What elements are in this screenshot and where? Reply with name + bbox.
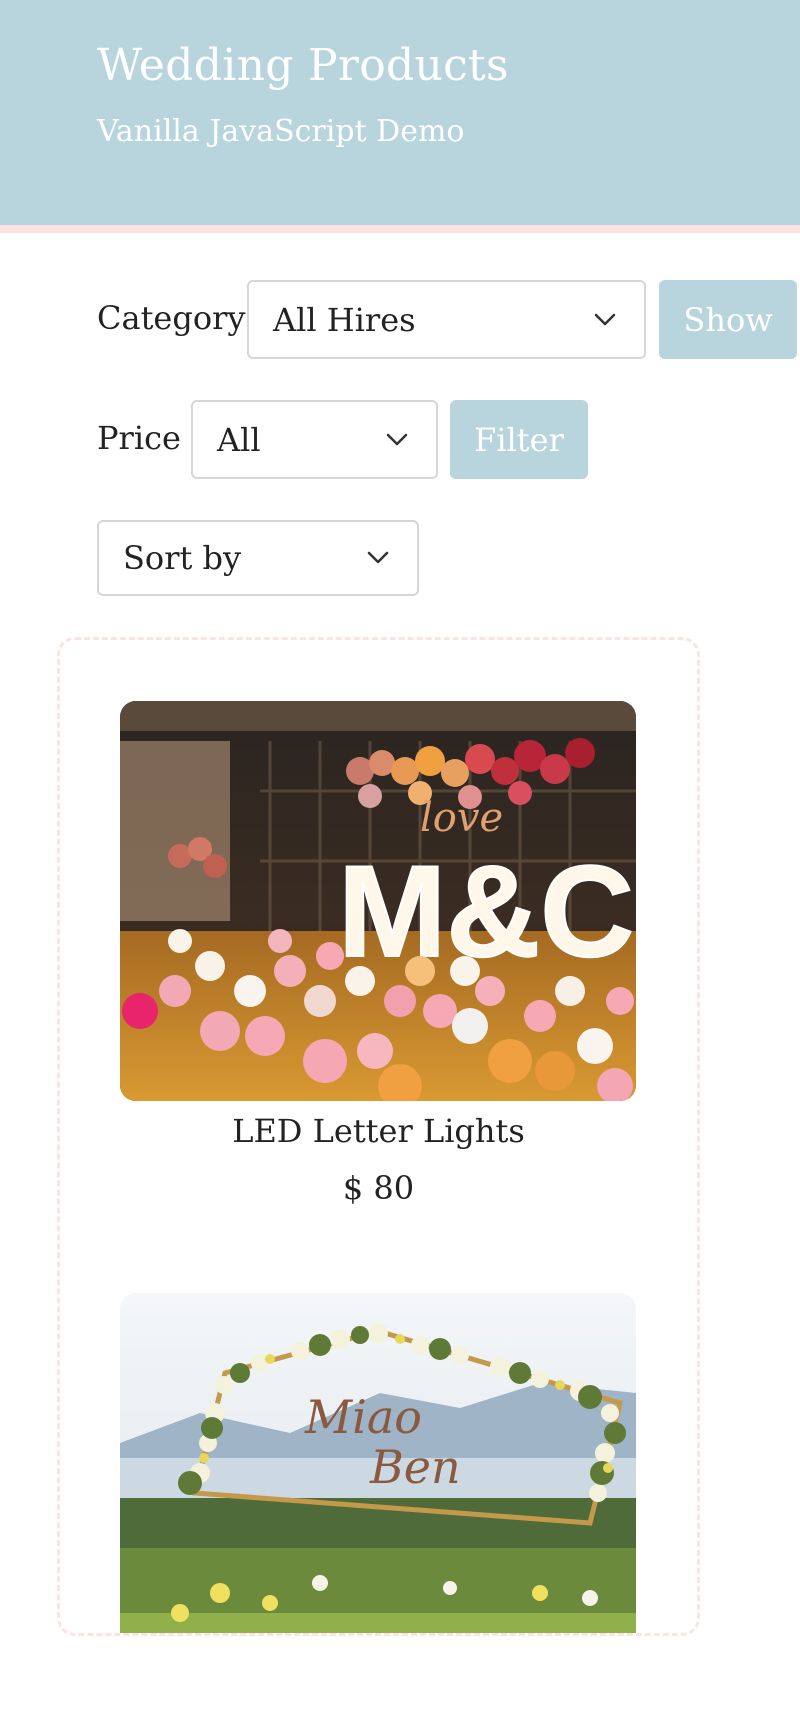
- category-select-value: All Hires: [273, 300, 416, 339]
- category-select[interactable]: All Hires: [247, 280, 646, 359]
- product-image-floral-arch[interactable]: Miao Ben: [120, 1293, 636, 1633]
- svg-text:love: love: [420, 795, 503, 841]
- product-price: $ 80: [342, 1169, 415, 1207]
- price-select[interactable]: All: [191, 400, 438, 479]
- sort-select-value: Sort by: [123, 539, 242, 577]
- chevron-down-icon: [367, 551, 389, 564]
- page-title: Wedding Products: [97, 40, 509, 91]
- page-subtitle: Vanilla JavaScript Demo: [97, 114, 465, 149]
- product-name: LED Letter Lights: [232, 1112, 525, 1150]
- price-label: Price: [97, 419, 181, 457]
- product-image-led-letter-lights[interactable]: M&C love: [120, 701, 636, 1101]
- sort-select[interactable]: Sort by: [97, 520, 419, 596]
- floral-arch-photo: Miao Ben: [120, 1293, 636, 1633]
- svg-text:Ben: Ben: [369, 1440, 461, 1494]
- svg-text:M&C: M&C: [338, 838, 634, 984]
- price-select-value: All: [217, 420, 261, 459]
- led-letter-lights-photo: M&C love: [120, 701, 636, 1101]
- chevron-down-icon: [594, 313, 616, 325]
- page-header: Wedding Products Vanilla JavaScript Demo: [0, 0, 800, 233]
- chevron-down-icon: [386, 433, 408, 445]
- show-button[interactable]: Show: [659, 280, 797, 359]
- filter-button[interactable]: Filter: [450, 400, 588, 479]
- category-label: Category: [97, 299, 246, 337]
- svg-text:Miao: Miao: [304, 1390, 422, 1444]
